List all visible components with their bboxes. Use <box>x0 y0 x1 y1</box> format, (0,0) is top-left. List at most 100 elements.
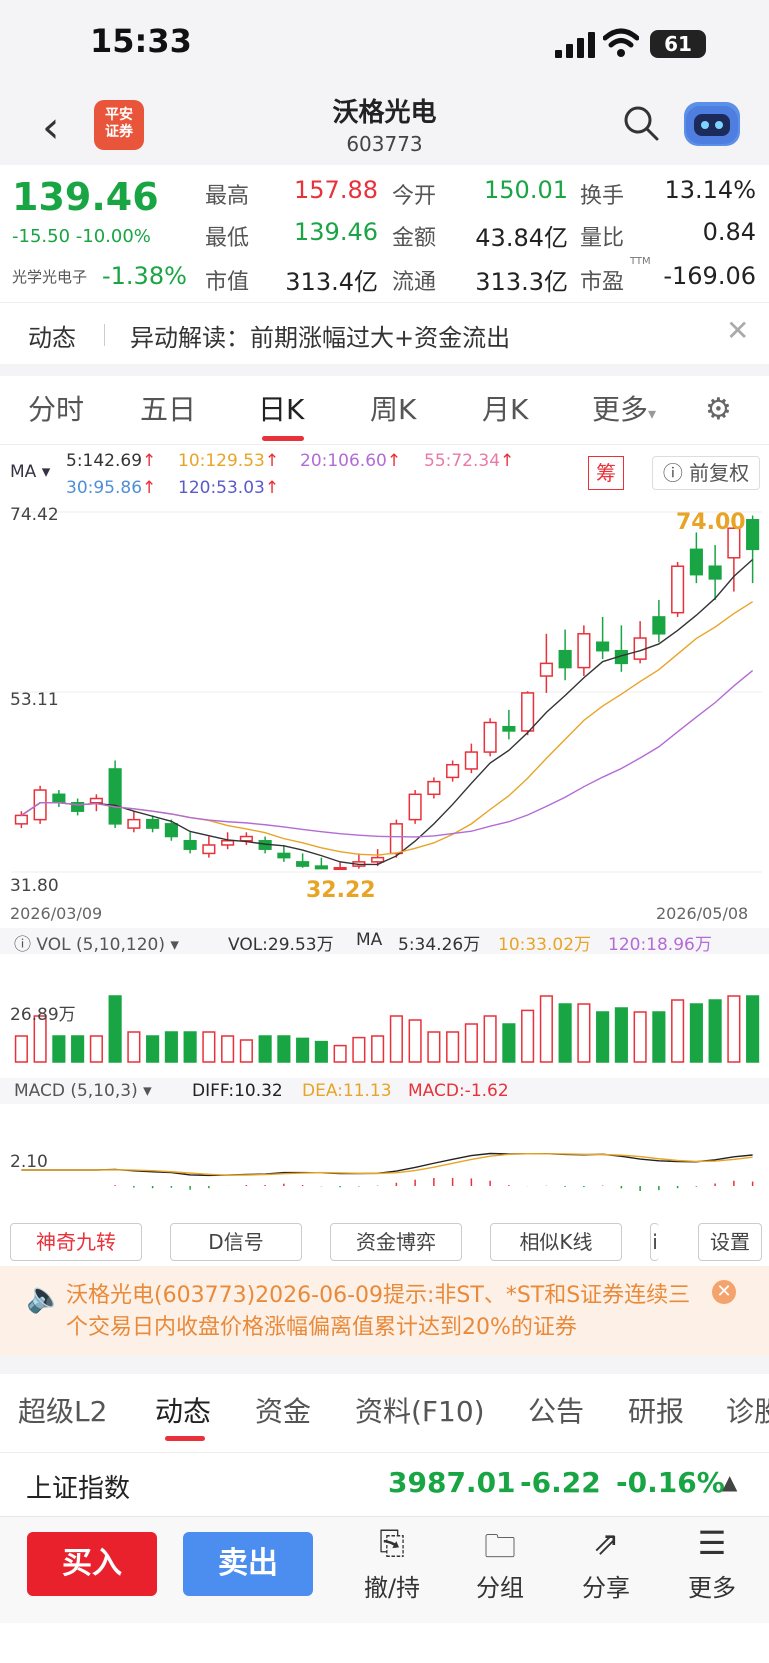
ma120-value: 120:53.03↑ <box>178 478 280 498</box>
candle[interactable] <box>183 839 197 850</box>
candle[interactable] <box>89 797 103 804</box>
low-value: 139.46 <box>294 218 378 246</box>
candle[interactable] <box>652 616 666 635</box>
group-button[interactable]: 🗀 分组 <box>460 1524 540 1603</box>
candle[interactable] <box>689 548 703 576</box>
tool-partial[interactable]: i <box>650 1223 659 1261</box>
tab-f10[interactable]: 资料(F10) <box>355 1390 485 1430</box>
volume-bar <box>221 1035 235 1063</box>
candle[interactable] <box>746 519 760 551</box>
tab-more[interactable]: 更多▾ <box>592 388 656 428</box>
tool-fund-game[interactable]: 资金博弈 <box>330 1223 462 1261</box>
folder-icon: 🗀 <box>483 1527 516 1565</box>
tab-news[interactable]: 动态 <box>155 1390 211 1430</box>
candle[interactable] <box>577 633 591 669</box>
candle[interactable] <box>146 818 160 829</box>
sector-change: -1.38% <box>102 262 187 290</box>
y-axis-mid: 53.11 <box>10 690 59 710</box>
withdraw-icon: ⎘ <box>379 1524 405 1562</box>
candle[interactable] <box>221 839 235 846</box>
candle[interactable] <box>277 852 291 859</box>
share-button[interactable]: ⇗ 分享 <box>566 1524 646 1603</box>
volume-indicator-selector[interactable]: ⓘ VOL (5,10,120) ▾ <box>14 930 179 955</box>
candle[interactable] <box>446 763 460 779</box>
assistant-robot-icon[interactable] <box>684 102 740 146</box>
tab-monthly-k[interactable]: 月K <box>482 388 528 428</box>
hold-button[interactable]: ⎘ 撤/持 <box>352 1524 432 1603</box>
volratio-value: 0.84 <box>702 218 756 246</box>
tab-research[interactable]: 研报 <box>628 1390 684 1430</box>
candle[interactable] <box>427 780 441 796</box>
section-gap <box>0 1356 769 1374</box>
candle[interactable] <box>239 835 253 842</box>
candle[interactable] <box>333 867 347 871</box>
buy-button[interactable]: 买入 <box>27 1532 157 1596</box>
mktcap-value: 313.4亿 <box>285 268 378 296</box>
search-icon[interactable] <box>622 104 660 142</box>
candle[interactable] <box>202 844 216 855</box>
candle[interactable] <box>389 823 403 855</box>
divider <box>104 324 105 346</box>
macd-chart[interactable] <box>0 1108 769 1208</box>
candle[interactable] <box>108 768 122 825</box>
volume-bar <box>333 1044 347 1063</box>
sector-name[interactable]: 光学光电子 <box>12 266 87 287</box>
candle[interactable] <box>502 725 516 732</box>
tool-d-signal[interactable]: D信号 <box>170 1223 302 1261</box>
kline-chart[interactable] <box>0 500 769 900</box>
chip-button[interactable]: 筹 <box>588 456 624 490</box>
pe-value: -169.06 <box>663 262 756 290</box>
open-value: 150.01 <box>484 176 568 204</box>
y-axis-bottom: 31.80 <box>10 876 59 896</box>
gear-icon[interactable]: ⚙ <box>705 392 732 427</box>
candle[interactable] <box>558 649 572 669</box>
tab-funds[interactable]: 资金 <box>255 1390 311 1430</box>
candle[interactable] <box>464 751 478 770</box>
sell-button[interactable]: 卖出 <box>183 1532 313 1596</box>
tab-weekly-k[interactable]: 周K <box>370 388 416 428</box>
index-name: 上证指数 <box>26 1474 131 1504</box>
more-button[interactable]: ☰ 更多 <box>672 1524 752 1603</box>
volume-chart[interactable] <box>0 990 769 1065</box>
candle[interactable] <box>408 793 422 821</box>
tab-l2[interactable]: 超级L2 <box>18 1390 107 1430</box>
expand-up-icon[interactable]: ▲ <box>722 1470 737 1494</box>
close-icon[interactable]: ✕ <box>726 314 749 347</box>
tab-five-day[interactable]: 五日 <box>140 388 196 428</box>
vol-ma10: 10:33.02万 <box>498 935 592 955</box>
tab-daily-k[interactable]: 日K <box>258 388 304 428</box>
tool-similar-k[interactable]: 相似K线 <box>490 1223 622 1261</box>
volume-bar <box>596 1011 610 1063</box>
candle[interactable] <box>164 823 178 838</box>
alert-text[interactable]: 沃格光电(603773)2026-06-09提示:非ST、*ST和S证券连续三个… <box>66 1280 706 1344</box>
candle[interactable] <box>539 662 553 677</box>
cellular-signal-icon <box>555 32 595 58</box>
tab-announcements[interactable]: 公告 <box>528 1390 584 1430</box>
current-price: 139.46 <box>12 175 159 219</box>
candle[interactable] <box>483 721 497 753</box>
tab-intraday[interactable]: 分时 <box>28 388 84 428</box>
news-text[interactable]: 异动解读：前期涨幅过大+资金流出 <box>130 318 510 353</box>
candle[interactable] <box>671 565 685 614</box>
volume-bar <box>652 1011 666 1063</box>
candle[interactable] <box>14 814 28 825</box>
macd-indicator-selector[interactable]: MACD (5,10,3) ▾ <box>14 1081 152 1101</box>
candle[interactable] <box>314 865 328 870</box>
ma20-value: 20:106.60↑ <box>300 451 402 471</box>
volume-bar <box>464 1023 478 1063</box>
candle[interactable] <box>521 692 535 732</box>
candle[interactable] <box>296 861 310 867</box>
close-icon[interactable]: ✕ <box>712 1280 736 1304</box>
candle[interactable] <box>371 856 385 863</box>
volume-bar <box>164 1031 178 1063</box>
candle[interactable] <box>596 641 610 652</box>
candle[interactable] <box>127 818 141 829</box>
candle[interactable] <box>52 793 66 804</box>
adjust-button[interactable]: ⓘ 前复权 <box>652 456 760 490</box>
volume-bar <box>352 1036 366 1063</box>
tool-magic-nine[interactable]: 神奇九转 <box>10 1223 142 1261</box>
candle[interactable] <box>708 565 722 580</box>
ma-selector[interactable]: MA ▾ <box>10 462 50 482</box>
tool-settings[interactable]: 设置 <box>698 1223 762 1261</box>
tab-diagnosis[interactable]: 诊股 <box>726 1390 769 1430</box>
